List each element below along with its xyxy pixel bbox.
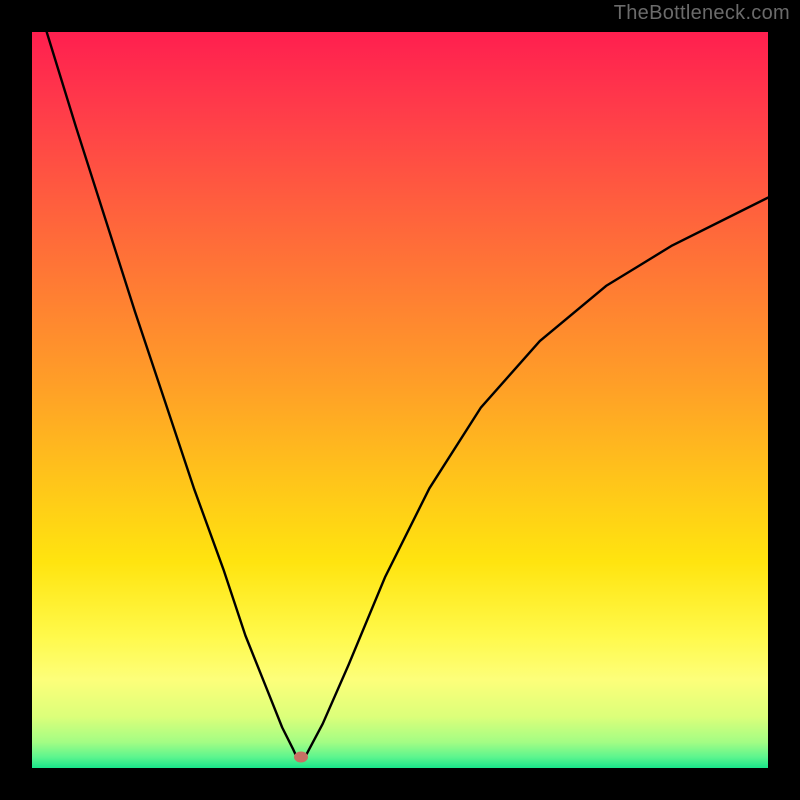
chart-frame: TheBottleneck.com (0, 0, 800, 800)
curve-left-branch (47, 32, 299, 761)
minimum-marker (294, 751, 308, 762)
curve-right-branch (304, 198, 768, 759)
watermark-text: TheBottleneck.com (614, 2, 790, 25)
bottleneck-curve (32, 32, 768, 768)
plot-area (32, 32, 768, 768)
